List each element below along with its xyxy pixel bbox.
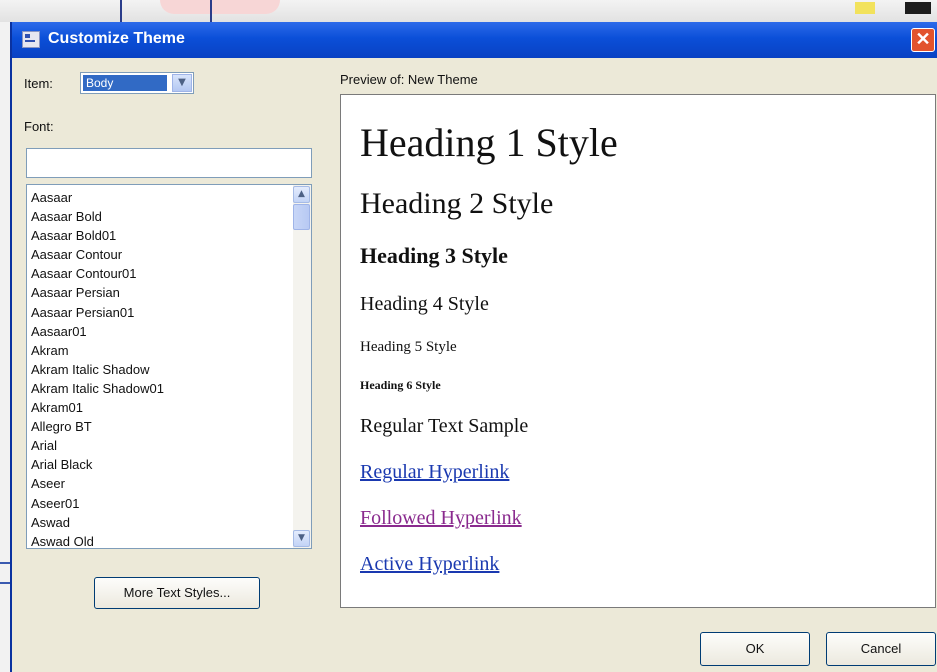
font-list-items: Aasaar Aasaar Bold Aasaar Bold01 Aasaar Con… xyxy=(27,185,311,548)
font-list-item[interactable]: Aswad Old xyxy=(31,532,311,548)
font-list-item[interactable]: Akram Italic Shadow xyxy=(31,360,311,379)
close-icon: ✕ xyxy=(915,29,931,49)
font-list[interactable]: Aasaar Aasaar Bold Aasaar Bold01 Aasaar Con… xyxy=(26,184,312,549)
font-list-item[interactable]: Akram Italic Shadow01 xyxy=(31,379,311,398)
dialog-titlebar[interactable]: Customize Theme ✕ xyxy=(12,22,937,58)
window-icon xyxy=(22,31,40,48)
font-label: Font: xyxy=(24,119,54,134)
font-list-item[interactable]: Aasaar xyxy=(31,188,311,207)
background-app-toolbar xyxy=(0,0,937,22)
scroll-down-button[interactable]: ▼ xyxy=(293,530,310,547)
cancel-button[interactable]: Cancel xyxy=(826,632,936,666)
preview-heading-1: Heading 1 Style xyxy=(360,120,618,165)
background-divider xyxy=(120,0,122,22)
background-divider xyxy=(210,0,212,22)
background-icon xyxy=(905,2,931,14)
font-list-item[interactable]: Aasaar Contour01 xyxy=(31,264,311,283)
font-list-item[interactable]: Allegro BT xyxy=(31,417,311,436)
preview-heading-4: Heading 4 Style xyxy=(360,293,489,315)
font-list-item[interactable]: Aasaar01 xyxy=(31,322,311,341)
preview-heading-5: Heading 5 Style xyxy=(360,339,457,355)
preview-heading-3: Heading 3 Style xyxy=(360,243,508,268)
background-icon xyxy=(855,2,875,14)
font-list-item[interactable]: Aswad xyxy=(31,513,311,532)
item-select[interactable]: Body ▼ xyxy=(80,72,194,94)
preview-regular-text: Regular Text Sample xyxy=(360,415,529,437)
customize-theme-dialog: Customize Theme ✕ Item: Body ▼ Font: Aas… xyxy=(10,22,937,672)
font-list-item[interactable]: Aasaar Bold xyxy=(31,207,311,226)
font-list-item[interactable]: Akram01 xyxy=(31,398,311,417)
font-list-item[interactable]: Aasaar Bold01 xyxy=(31,226,311,245)
font-list-item[interactable]: Arial Black xyxy=(31,455,311,474)
preview-regular-hyperlink[interactable]: Regular Hyperlink xyxy=(360,461,509,484)
font-list-item[interactable]: Aasaar Persian xyxy=(31,283,311,302)
preview-heading-2: Heading 2 Style xyxy=(360,187,554,220)
background-decoration xyxy=(160,0,280,14)
preview-followed-hyperlink[interactable]: Followed Hyperlink xyxy=(360,507,522,530)
preview-active-hyperlink[interactable]: Active Hyperlink xyxy=(360,553,499,576)
preview-heading-6: Heading 6 Style xyxy=(360,378,441,392)
font-list-scrollbar[interactable]: ▲ ▼ xyxy=(293,185,311,548)
item-selected-value: Body xyxy=(83,75,167,91)
font-list-item[interactable]: Aseer01 xyxy=(31,494,311,513)
font-list-item[interactable]: Aseer xyxy=(31,474,311,493)
background-app-edge xyxy=(0,22,10,672)
chevron-down-icon[interactable]: ▼ xyxy=(172,74,192,92)
ok-button[interactable]: OK xyxy=(700,632,810,666)
font-list-item[interactable]: Akram xyxy=(31,341,311,360)
dialog-title: Customize Theme xyxy=(48,30,185,47)
scrollbar-thumb[interactable] xyxy=(293,204,310,230)
close-button[interactable]: ✕ xyxy=(911,28,935,52)
more-text-styles-button[interactable]: More Text Styles... xyxy=(94,577,260,609)
font-list-item[interactable]: Arial xyxy=(31,436,311,455)
font-list-item[interactable]: Aasaar Persian01 xyxy=(31,303,311,322)
preview-label: Preview of: New Theme xyxy=(340,72,478,87)
font-search-input[interactable] xyxy=(26,148,312,178)
item-label: Item: xyxy=(24,76,53,91)
font-list-item[interactable]: Aasaar Contour xyxy=(31,245,311,264)
theme-preview-pane: Heading 1 Style Heading 2 Style Heading … xyxy=(340,94,936,608)
scroll-up-button[interactable]: ▲ xyxy=(293,186,310,203)
